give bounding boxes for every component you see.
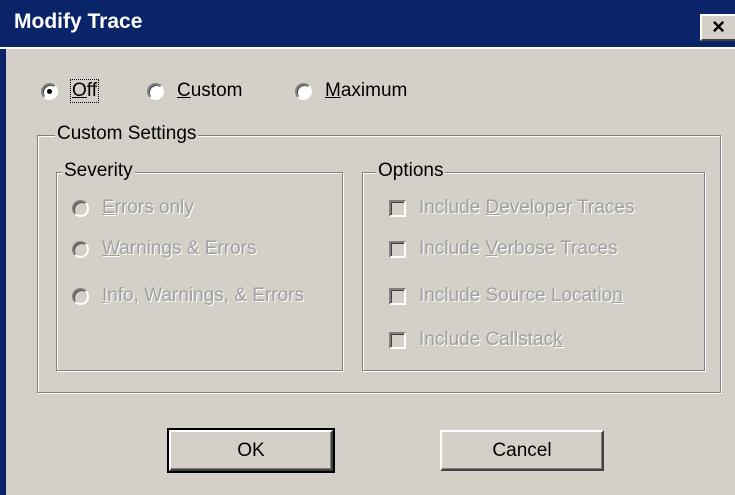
radio-warnings-errors-control[interactable] <box>72 240 89 258</box>
dialog-title: Modify Trace <box>14 10 143 33</box>
severity-title: Severity <box>62 160 135 182</box>
checkbox-developer-traces-control[interactable] <box>389 199 406 217</box>
checkbox-callstack-control[interactable] <box>389 331 406 349</box>
radio-maximum-label: Maximum <box>325 80 408 101</box>
checkbox-callstack-label: Include Callstack <box>419 329 563 350</box>
close-icon: × <box>712 14 725 39</box>
cancel-button-label: Cancel <box>492 440 552 461</box>
radio-maximum[interactable]: Maximum <box>295 80 407 102</box>
checkbox-source-location[interactable]: Include Source Location <box>389 285 623 307</box>
checkbox-verbose-traces-control[interactable] <box>389 240 406 258</box>
checkbox-verbose-traces[interactable]: Include Verbose Traces <box>389 238 618 260</box>
radio-maximum-control[interactable] <box>295 82 312 100</box>
radio-custom[interactable]: Custom <box>147 80 242 102</box>
radio-warnings-errors-label: Warnings & Errors <box>102 238 257 259</box>
checkbox-developer-traces-label: Include Developer Traces <box>419 197 635 218</box>
checkbox-verbose-traces-label: Include Verbose Traces <box>419 238 618 259</box>
radio-warnings-errors[interactable]: Warnings & Errors <box>72 238 257 260</box>
radio-errors-only-control[interactable] <box>72 199 89 217</box>
checkbox-source-location-control[interactable] <box>389 287 406 305</box>
radio-off-control[interactable] <box>41 82 58 100</box>
radio-custom-label: Custom <box>177 80 243 101</box>
ok-button[interactable]: OK <box>167 428 335 473</box>
radio-off[interactable]: Off <box>41 79 99 103</box>
radio-info-warnings-errors-label: Info, Warnings, & Errors <box>102 285 305 306</box>
checkbox-source-location-label: Include Source Location <box>419 285 623 306</box>
custom-settings-title: Custom Settings <box>55 123 199 145</box>
close-button[interactable]: × <box>700 14 735 41</box>
title-bar[interactable]: Modify Trace × <box>0 0 735 49</box>
checkbox-developer-traces[interactable]: Include Developer Traces <box>389 197 634 219</box>
radio-info-warnings-errors[interactable]: Info, Warnings, & Errors <box>72 285 304 307</box>
radio-off-label: Off <box>70 79 99 103</box>
options-title: Options <box>376 160 446 182</box>
ok-button-label: OK <box>237 440 265 461</box>
radio-errors-only-label: Errors only <box>102 197 194 218</box>
modify-trace-dialog: Modify Trace × Off Custom Maximum Custom… <box>0 0 735 495</box>
radio-info-warnings-errors-control[interactable] <box>72 287 89 305</box>
window-border-left <box>0 49 6 495</box>
cancel-button[interactable]: Cancel <box>440 430 604 471</box>
radio-errors-only[interactable]: Errors only <box>72 197 194 219</box>
radio-custom-control[interactable] <box>147 82 164 100</box>
checkbox-callstack[interactable]: Include Callstack <box>389 329 563 351</box>
